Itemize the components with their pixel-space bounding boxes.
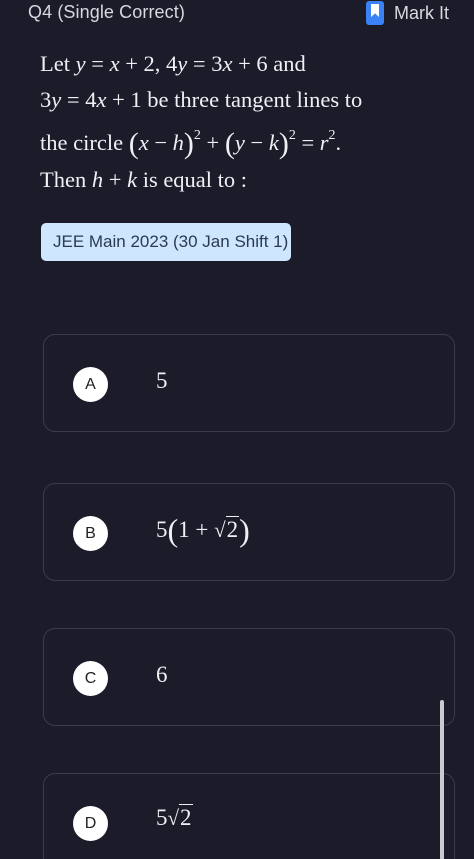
question-word: Let <box>40 51 70 76</box>
mark-it-button[interactable]: Mark It <box>366 0 449 26</box>
mark-it-label: Mark It <box>394 2 450 23</box>
exam-source-tag: JEE Main 2023 (30 Jan Shift 1) <box>41 223 291 261</box>
option-c-value: 6 <box>156 662 168 687</box>
question-word: the circle <box>40 130 124 155</box>
option-a-badge: A <box>73 367 108 402</box>
option-b-badge: B <box>73 516 108 551</box>
option-d[interactable]: D 5√2 <box>43 773 455 859</box>
question-line-1: Let y = x + 2, 4y = 3x + 6 and <box>40 51 306 76</box>
question-text: Let y = x + 2, 4y = 3x + 6 and 3y = 4x +… <box>40 46 460 198</box>
scrollbar[interactable] <box>440 700 444 859</box>
option-a-value: 5 <box>156 368 168 393</box>
question-word: Then <box>40 167 87 192</box>
option-b-value: 5(1 + √2) <box>156 512 250 548</box>
bookmark-icon <box>366 1 384 25</box>
question-line-4: Then h + k is equal to : <box>40 167 248 192</box>
question-line-3: the circle (x − h)2 + (y − k)2 = r2. <box>40 127 342 160</box>
option-a[interactable]: A 5 <box>43 334 455 432</box>
question-word: be three tangent lines to <box>147 87 363 112</box>
top-bar: Q4 (Single Correct) Mark It <box>0 0 474 30</box>
option-b[interactable]: B 5(1 + √2) <box>43 483 455 581</box>
option-c[interactable]: C 6 <box>43 628 455 726</box>
option-d-badge: D <box>73 806 108 841</box>
question-line-2: 3y = 4x + 1 be three tangent lines to <box>40 87 363 112</box>
question-word: is equal to : <box>142 167 248 192</box>
option-c-badge: C <box>73 661 108 696</box>
question-number-label: Q4 (Single Correct) <box>28 2 185 22</box>
question-word: and <box>273 51 306 76</box>
option-d-value: 5√2 <box>156 804 193 830</box>
